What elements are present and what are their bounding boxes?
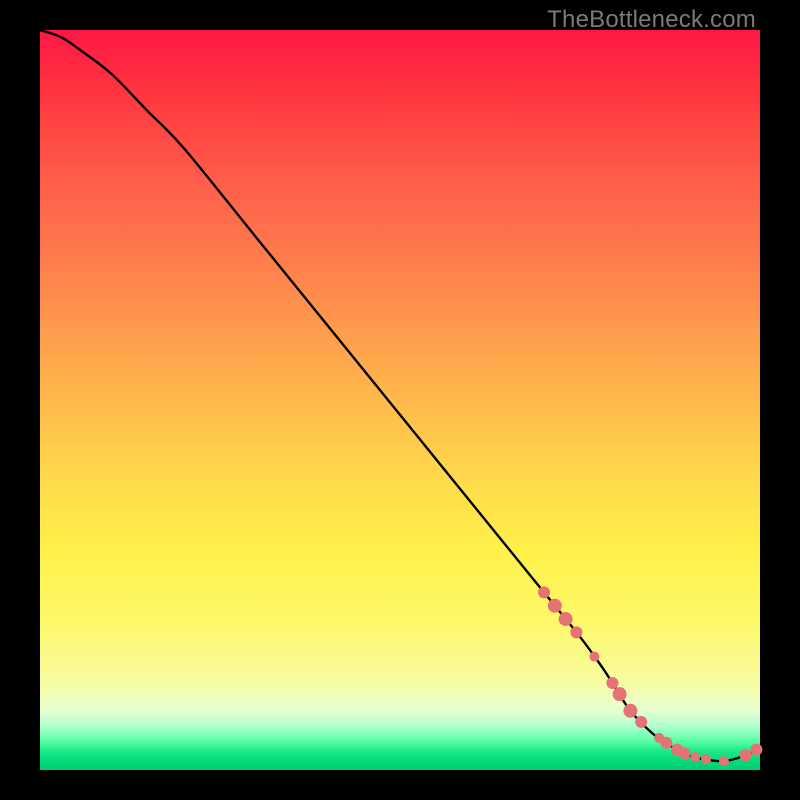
marker-group (538, 586, 762, 766)
bottleneck-curve (40, 30, 760, 761)
marker-dot (623, 704, 637, 718)
marker-dot (719, 756, 729, 766)
marker-dot (635, 716, 647, 728)
marker-dot (538, 586, 550, 598)
chart-svg (40, 30, 760, 770)
marker-dot (613, 687, 627, 701)
marker-dot (559, 612, 573, 626)
marker-dot (690, 752, 700, 762)
marker-dot (740, 749, 752, 761)
marker-dot (606, 677, 618, 689)
marker-dot (548, 599, 562, 613)
chart-stage: TheBottleneck.com (0, 0, 800, 800)
marker-dot (570, 626, 582, 638)
marker-dot (750, 744, 762, 756)
marker-dot (701, 754, 711, 764)
marker-dot (589, 652, 599, 662)
plot-area (40, 30, 760, 770)
marker-dot (678, 747, 690, 759)
marker-dot (660, 737, 672, 749)
